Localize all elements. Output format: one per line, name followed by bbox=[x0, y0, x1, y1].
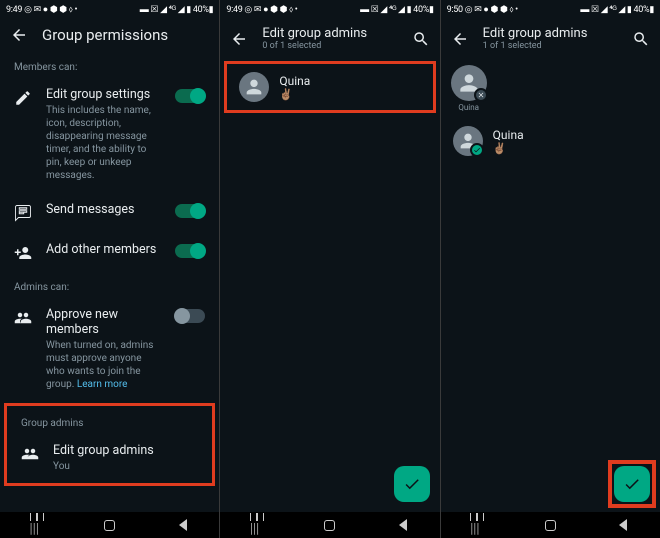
chip-name: Quina bbox=[458, 103, 479, 112]
search-icon[interactable] bbox=[412, 30, 430, 48]
highlight-annotation: Quina ✌🏽 bbox=[224, 61, 435, 113]
highlight-annotation: Group admins Edit group admins You bbox=[4, 403, 215, 486]
check-icon bbox=[403, 475, 421, 493]
remove-chip-icon[interactable] bbox=[474, 88, 488, 102]
member-name: Quina bbox=[279, 74, 310, 88]
approve-icon bbox=[14, 309, 32, 327]
edit-group-admins-row[interactable]: Edit group admins You bbox=[7, 433, 212, 483]
approve-members-row[interactable]: Approve new members When turned on, admi… bbox=[0, 297, 219, 401]
app-bar: Edit group admins 1 of 1 selected bbox=[441, 18, 660, 59]
selected-chip-quina[interactable]: Quina bbox=[451, 65, 487, 112]
member-name: Quina bbox=[493, 128, 524, 142]
recents-button[interactable]: ||| bbox=[468, 516, 486, 534]
confirm-fab[interactable] bbox=[394, 466, 430, 502]
row-title: Send messages bbox=[46, 202, 161, 217]
confirm-fab[interactable] bbox=[614, 466, 650, 502]
add-members-row[interactable]: Add other members bbox=[0, 232, 219, 272]
app-bar: Group permissions bbox=[0, 18, 219, 52]
back-arrow-icon[interactable] bbox=[230, 30, 248, 48]
avatar bbox=[451, 65, 487, 101]
member-status: ✌🏽 bbox=[279, 88, 310, 101]
android-nav-bar: ||| bbox=[0, 512, 219, 538]
learn-more-link[interactable]: Learn more bbox=[77, 379, 128, 390]
status-bar: 9:49 ◎ ✉ ● ⬢ ⬢ ⬨ • ▬ ☒ ◢ ⁴ᴳ ◢ ▮ 40%▮ bbox=[0, 0, 219, 18]
selected-chips: Quina bbox=[441, 59, 660, 118]
pencil-icon bbox=[14, 89, 32, 107]
selected-check-icon bbox=[470, 143, 484, 157]
home-button[interactable] bbox=[101, 516, 119, 534]
toggle-edit-group[interactable] bbox=[175, 89, 205, 103]
toggle-add-members[interactable] bbox=[175, 244, 205, 258]
row-title: Approve new members bbox=[46, 307, 161, 337]
row-title: Edit group admins bbox=[53, 443, 198, 458]
member-row-quina[interactable]: Quina ✌🏽 bbox=[441, 118, 660, 164]
row-subtitle: When turned on, admins must approve anyo… bbox=[46, 339, 161, 391]
group-admins-label: Group admins bbox=[7, 406, 212, 433]
page-subtitle: 0 of 1 selected bbox=[262, 41, 397, 51]
screen-edit-admins-selected: 9:50 ◎ ✉ ● ⬢ ⬢ ⬨ • ▬ ☒ ◢ ⁴ᴳ ◢ ▮ 40%▮ Edi… bbox=[441, 0, 660, 538]
screen-edit-admins-unselected: 9:49 ◎ ✉ ● ⬢ ⬢ ⬨ • ▬ ☒ ◢ ⁴ᴳ ◢ ▮ 40%▮ Edi… bbox=[220, 0, 439, 538]
edit-group-settings-row[interactable]: Edit group settings This includes the na… bbox=[0, 77, 219, 192]
search-icon[interactable] bbox=[632, 30, 650, 48]
back-arrow-icon[interactable] bbox=[10, 26, 28, 44]
page-subtitle: 1 of 1 selected bbox=[483, 41, 618, 51]
send-messages-row[interactable]: Send messages bbox=[0, 192, 219, 232]
add-person-icon bbox=[14, 244, 32, 262]
content-area[interactable]: Quina ✌🏽 bbox=[220, 59, 439, 512]
page-title: Edit group admins bbox=[262, 26, 397, 41]
content-area[interactable]: Quina Quina ✌🏽 bbox=[441, 59, 660, 512]
member-status: ✌🏽 bbox=[493, 142, 524, 155]
recents-button[interactable]: ||| bbox=[28, 516, 46, 534]
check-icon bbox=[623, 475, 641, 493]
admins-can-label: Admins can: bbox=[0, 272, 219, 297]
admins-icon bbox=[21, 445, 39, 463]
avatar bbox=[239, 72, 269, 102]
message-icon bbox=[14, 204, 32, 222]
members-can-label: Members can: bbox=[0, 52, 219, 77]
content-area[interactable]: Members can: Edit group settings This in… bbox=[0, 52, 219, 512]
status-bar: 9:49 ◎ ✉ ● ⬢ ⬢ ⬨ • ▬ ☒ ◢ ⁴ᴳ ◢ ▮ 40%▮ bbox=[220, 0, 439, 18]
screen-group-permissions: 9:49 ◎ ✉ ● ⬢ ⬢ ⬨ • ▬ ☒ ◢ ⁴ᴳ ◢ ▮ 40%▮ Gro… bbox=[0, 0, 219, 538]
home-button[interactable] bbox=[321, 516, 339, 534]
toggle-send-messages[interactable] bbox=[175, 204, 205, 218]
toggle-approve-members[interactable] bbox=[175, 309, 205, 323]
back-button[interactable] bbox=[614, 516, 632, 534]
row-title: Add other members bbox=[46, 242, 161, 257]
row-subtitle: You bbox=[53, 460, 198, 473]
page-title: Group permissions bbox=[42, 26, 209, 44]
back-button[interactable] bbox=[394, 516, 412, 534]
android-nav-bar: ||| bbox=[220, 512, 439, 538]
row-title: Edit group settings bbox=[46, 87, 161, 102]
home-button[interactable] bbox=[541, 516, 559, 534]
android-nav-bar: ||| bbox=[441, 512, 660, 538]
page-title: Edit group admins bbox=[483, 26, 618, 41]
member-row-quina[interactable]: Quina ✌🏽 bbox=[227, 64, 432, 110]
back-button[interactable] bbox=[174, 516, 192, 534]
status-bar: 9:50 ◎ ✉ ● ⬢ ⬢ ⬨ • ▬ ☒ ◢ ⁴ᴳ ◢ ▮ 40%▮ bbox=[441, 0, 660, 18]
app-bar: Edit group admins 0 of 1 selected bbox=[220, 18, 439, 59]
back-arrow-icon[interactable] bbox=[451, 30, 469, 48]
row-subtitle: This includes the name, icon, descriptio… bbox=[46, 104, 161, 182]
recents-button[interactable]: ||| bbox=[248, 516, 266, 534]
